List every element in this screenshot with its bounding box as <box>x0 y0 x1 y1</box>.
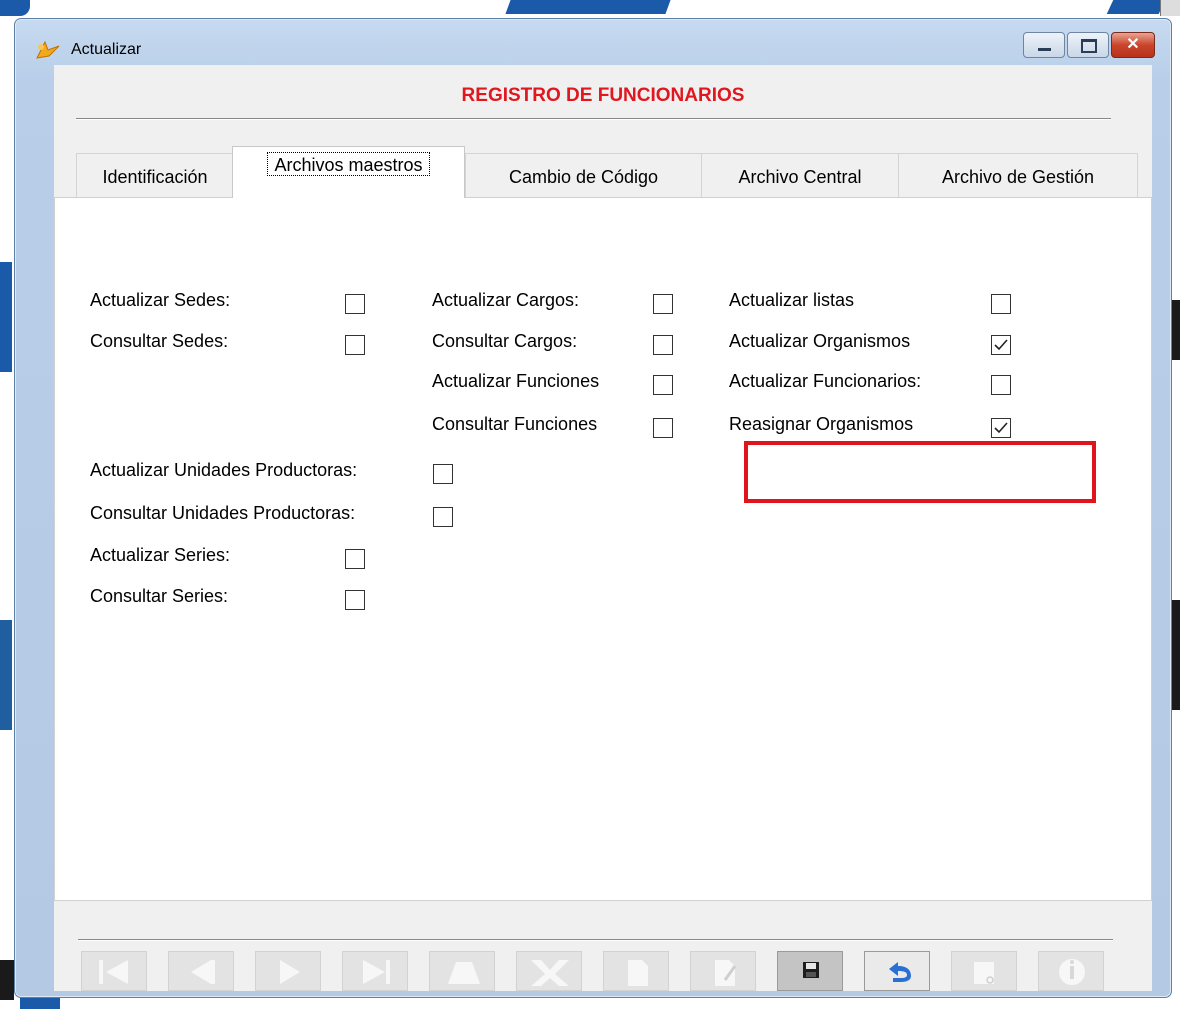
info-icon <box>1059 959 1085 985</box>
actualizar-unidades-productoras-checkbox[interactable] <box>433 464 453 484</box>
title-bar[interactable]: Actualizar ✕ <box>15 19 1171 65</box>
tab-label: Archivos maestros <box>267 152 430 176</box>
consultar-series-label: Consultar Series: <box>90 586 229 606</box>
save-icon <box>803 962 819 978</box>
actualizar-funcionarios-checkbox[interactable] <box>991 375 1011 395</box>
consultar-funciones-checkbox[interactable] <box>653 418 673 438</box>
tab-archivo-central[interactable]: Archivo Central <box>701 153 899 197</box>
delete-icon <box>531 960 569 986</box>
actualizar-funciones-label: Actualizar Funciones <box>432 371 600 391</box>
cut-icon <box>974 962 994 984</box>
last-record-icon <box>363 960 390 984</box>
form-title: REGISTRO DE FUNCIONARIOS <box>461 85 745 106</box>
consultar-sedes-label: Consultar Sedes: <box>90 331 229 351</box>
actualizar-funciones-checkbox[interactable] <box>653 375 673 395</box>
window-title: Actualizar <box>71 41 142 58</box>
next-record-button[interactable] <box>255 951 321 991</box>
tab-identificacion[interactable]: Identificación <box>76 153 234 197</box>
desktop-background-fragment <box>0 0 30 16</box>
previous-record-icon <box>191 960 215 984</box>
actualizar-organismos-label: Actualizar Organismos <box>729 331 911 351</box>
tab-label: Archivo de Gestión <box>941 167 1095 187</box>
checkmark-icon <box>994 422 1008 434</box>
new-document-icon <box>628 960 648 986</box>
consultar-unidades-productoras-checkbox[interactable] <box>433 507 453 527</box>
actualizar-listas-checkbox[interactable] <box>991 294 1011 314</box>
next-record-icon <box>280 960 300 984</box>
info-button[interactable] <box>1038 951 1104 991</box>
tab-label: Identificación <box>102 167 208 187</box>
actualizar-series-checkbox[interactable] <box>345 549 365 569</box>
consultar-cargos-checkbox[interactable] <box>653 335 673 355</box>
desktop-background-fragment <box>0 960 14 1000</box>
tab-panel-archivos-maestros: Actualizar Sedes: Consultar Sedes: Actua… <box>54 197 1152 901</box>
last-record-button[interactable] <box>342 951 408 991</box>
first-record-icon <box>99 960 128 984</box>
app-icon <box>36 40 60 59</box>
reasignar-organismos-checkbox[interactable] <box>991 418 1011 438</box>
tab-label: Cambio de Código <box>508 167 659 187</box>
edit-document-button[interactable] <box>690 951 756 991</box>
consultar-funciones-label: Consultar Funciones <box>432 414 598 434</box>
save-button[interactable] <box>777 951 843 991</box>
consultar-unidades-productoras-label: Consultar Unidades Productoras: <box>90 503 356 523</box>
new-document-button[interactable] <box>603 951 669 991</box>
consultar-series-checkbox[interactable] <box>345 590 365 610</box>
actualizar-funcionarios-label: Actualizar Funcionarios: <box>729 371 922 391</box>
close-button[interactable]: ✕ <box>1111 32 1155 58</box>
first-record-button[interactable] <box>81 951 147 991</box>
edit-document-icon <box>715 960 737 986</box>
tab-cambio-de-codigo[interactable]: Cambio de Código <box>465 153 702 197</box>
undo-icon <box>889 962 911 982</box>
header-divider <box>76 118 1111 120</box>
checkmark-icon <box>994 339 1008 351</box>
actualizar-sedes-checkbox[interactable] <box>345 294 365 314</box>
tab-archivo-de-gestion[interactable]: Archivo de Gestión <box>898 153 1138 197</box>
caption-buttons: ✕ <box>1023 32 1155 58</box>
actualizar-series-label: Actualizar Series: <box>90 545 231 565</box>
delete-record-button[interactable] <box>516 951 582 991</box>
desktop-background-fragment <box>0 620 12 730</box>
undo-button[interactable] <box>864 951 930 991</box>
actualizar-window: Actualizar ✕ REGISTRO DE FUNCIONARIOS Id… <box>14 18 1172 998</box>
actualizar-unidades-productoras-label: Actualizar Unidades Productoras: <box>90 460 358 480</box>
cut-button[interactable] <box>951 951 1017 991</box>
highlight-reasignar-organismos <box>744 441 1096 503</box>
actualizar-cargos-checkbox[interactable] <box>653 294 673 314</box>
tab-archivos-maestros[interactable]: Archivos maestros <box>232 146 465 198</box>
previous-record-button[interactable] <box>168 951 234 991</box>
desktop-background-fragment <box>0 262 12 372</box>
insert-icon <box>448 962 480 984</box>
reasignar-organismos-label: Reasignar Organismos <box>729 414 914 434</box>
minimize-button[interactable] <box>1023 32 1065 58</box>
tab-label: Archivo Central <box>738 167 862 187</box>
desktop-background-fragment <box>1106 0 1166 14</box>
actualizar-organismos-checkbox[interactable] <box>991 335 1011 355</box>
maximize-button[interactable] <box>1067 32 1109 58</box>
actualizar-sedes-label: Actualizar Sedes: <box>90 290 231 310</box>
consultar-cargos-label: Consultar Cargos: <box>432 331 578 351</box>
desktop-background-fragment <box>1160 0 1180 16</box>
actualizar-cargos-label: Actualizar Cargos: <box>432 290 580 310</box>
close-icon: ✕ <box>1126 36 1140 53</box>
insert-record-button[interactable] <box>429 951 495 991</box>
toolbar-divider <box>78 939 1113 941</box>
consultar-sedes-checkbox[interactable] <box>345 335 365 355</box>
form-client-area: REGISTRO DE FUNCIONARIOS Identificación … <box>54 65 1152 991</box>
desktop-background-fragment <box>505 0 671 14</box>
actualizar-listas-label: Actualizar listas <box>729 290 855 310</box>
